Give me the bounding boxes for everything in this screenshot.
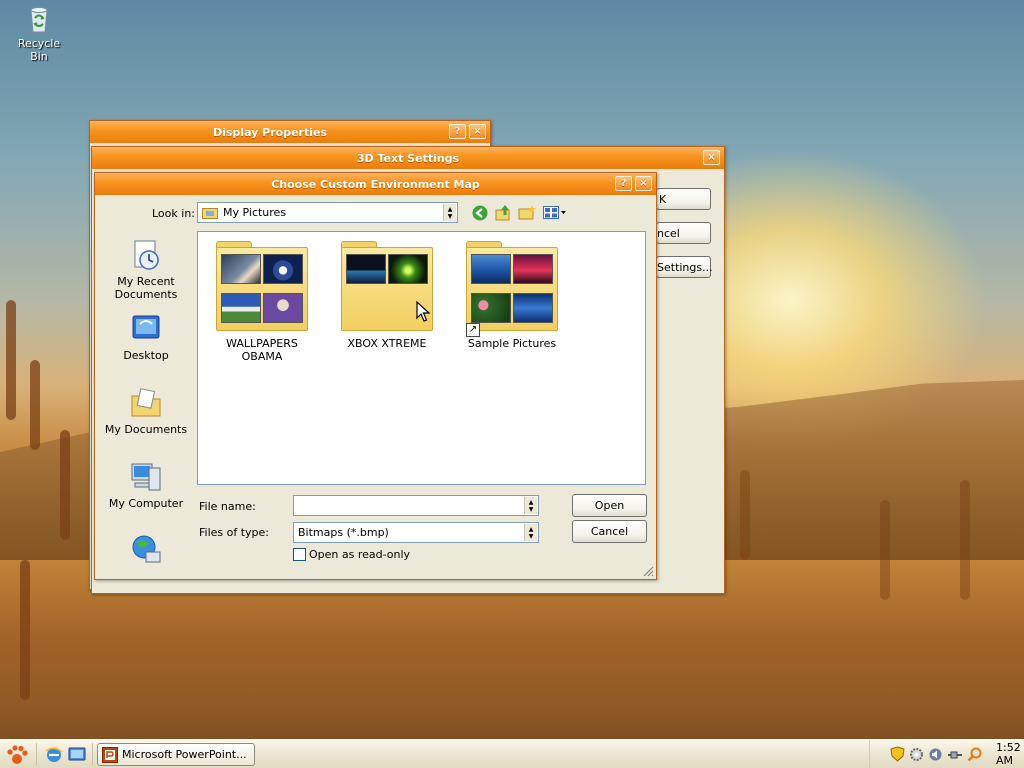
cancel-button[interactable]: Cancel [572,520,647,543]
file-name-arrow[interactable]: ▲ ▼ [524,497,537,514]
folder-item[interactable]: WALLPAPERS OBAMA [212,241,312,363]
thumbnail [388,254,428,284]
wallpaper-reed [60,430,70,540]
text3d-settings-titlebar[interactable]: 3D Text Settings × [92,147,724,169]
choose-map-titlebar[interactable]: Choose Custom Environment Map ? × [95,173,656,195]
look-in-arrow[interactable]: ▲ ▼ [443,204,456,221]
wallpaper-reed [6,300,16,420]
taskbar-powerpoint-label: Microsoft PowerPoint... [122,748,247,761]
settings-button[interactable]: Settings... [656,256,713,278]
up-folder-icon[interactable] [495,204,512,224]
place-my-computer[interactable]: My Computer [100,460,192,510]
taskbar-powerpoint-button[interactable]: Microsoft PowerPoint... [97,743,255,766]
display-properties-titlebar[interactable]: Display Properties ? × [90,121,490,143]
open-button[interactable]: Open [572,494,647,517]
folder-label: Sample Pictures [467,337,557,350]
choose-map-title: Choose Custom Environment Map [271,177,480,191]
new-folder-icon[interactable] [518,205,536,223]
my-documents-icon [129,386,163,420]
recycle-bin[interactable]: Recycle Bin [8,2,70,63]
thumbnail [513,254,553,284]
folder-label: WALLPAPERS OBAMA [226,337,298,363]
place-label: Desktop [123,349,169,362]
wallpaper-reed [740,470,750,560]
folder-item[interactable]: XBOX XTREME [337,241,437,350]
file-name-label: File name: [199,500,256,513]
folder-item[interactable]: ↗ Sample Pictures [462,241,562,350]
volume-icon[interactable] [928,747,943,762]
place-desktop[interactable]: Desktop [100,312,192,362]
back-icon[interactable] [472,205,488,224]
thumbnail [263,254,303,284]
thumbnail [471,293,511,323]
wallpaper-reed [30,360,40,450]
ok-button[interactable]: K [656,188,711,210]
display-properties-title: Display Properties [212,125,328,139]
gear-icon[interactable] [909,747,924,762]
place-network-places[interactable] [100,532,192,569]
internet-explorer-icon[interactable] [45,746,63,767]
files-of-type-value: Bitmaps (*.bmp) [298,526,389,539]
network-icon[interactable] [947,747,963,762]
place-my-documents[interactable]: My Documents [100,386,192,436]
shortcut-arrow-icon: ↗ [466,323,480,337]
file-list[interactable]: WALLPAPERS OBAMA XBOX XTREME ↗ Sample Pi… [197,231,646,485]
place-label: My Documents [104,423,188,436]
place-recent-documents[interactable]: My Recent Documents [100,238,192,301]
close-button[interactable]: × [635,176,652,191]
desktop-icon [129,312,163,346]
look-in-dropdown[interactable]: My Pictures ▲ ▼ [197,202,458,223]
wallpaper-reed [880,500,890,600]
close-button[interactable]: × [469,124,486,139]
system-tray: 1:52 AM [869,740,1024,768]
thumbnail [221,254,261,284]
cancel-button[interactable]: ncel [656,222,711,244]
my-computer-icon [129,460,163,494]
help-button[interactable]: ? [615,176,632,191]
folder-icon [216,241,308,331]
look-in-value: My Pictures [223,206,287,219]
recycle-bin-label: Recycle Bin [17,37,61,63]
file-name-input[interactable]: ▲ ▼ [293,495,539,516]
read-only-label: Open as read-only [309,548,411,561]
thumbnail [346,254,386,284]
clock[interactable]: 1:52 AM [996,741,1024,767]
mouse-cursor-icon [416,300,431,326]
thumbnail [513,293,553,323]
resize-grip-icon[interactable] [642,565,654,580]
search-icon[interactable] [967,747,982,762]
show-desktop-icon[interactable] [68,746,86,767]
look-in-label: Look in: [152,207,195,220]
my-network-places-icon [129,532,163,566]
help-button[interactable]: ? [449,124,466,139]
my-pictures-folder-icon [202,206,218,219]
thumbnail [263,293,303,323]
wallpaper-reed [960,480,970,600]
text3d-settings-title: 3D Text Settings [356,151,460,165]
files-of-type-dropdown[interactable]: Bitmaps (*.bmp) ▲ ▼ [293,522,539,543]
files-of-type-label: Files of type: [199,526,270,539]
place-label: My Recent Documents [114,275,178,301]
files-of-type-arrow[interactable]: ▲ ▼ [524,524,537,541]
recycle-bin-icon [23,2,55,34]
recent-documents-icon [129,238,163,272]
taskbar: Microsoft PowerPoint... 1:52 AM [0,739,1024,768]
wallpaper-reed [20,560,30,700]
view-menu-icon[interactable] [543,206,567,223]
close-button[interactable]: × [703,150,720,165]
folder-label: XBOX XTREME [347,337,427,350]
read-only-checkbox[interactable] [293,548,306,561]
security-shield-icon[interactable] [890,746,905,762]
powerpoint-icon [102,746,118,763]
thumbnail [221,293,261,323]
place-label: My Computer [108,497,184,510]
start-button-icon[interactable] [6,744,28,768]
thumbnail [471,254,511,284]
folder-icon: ↗ [466,241,558,337]
